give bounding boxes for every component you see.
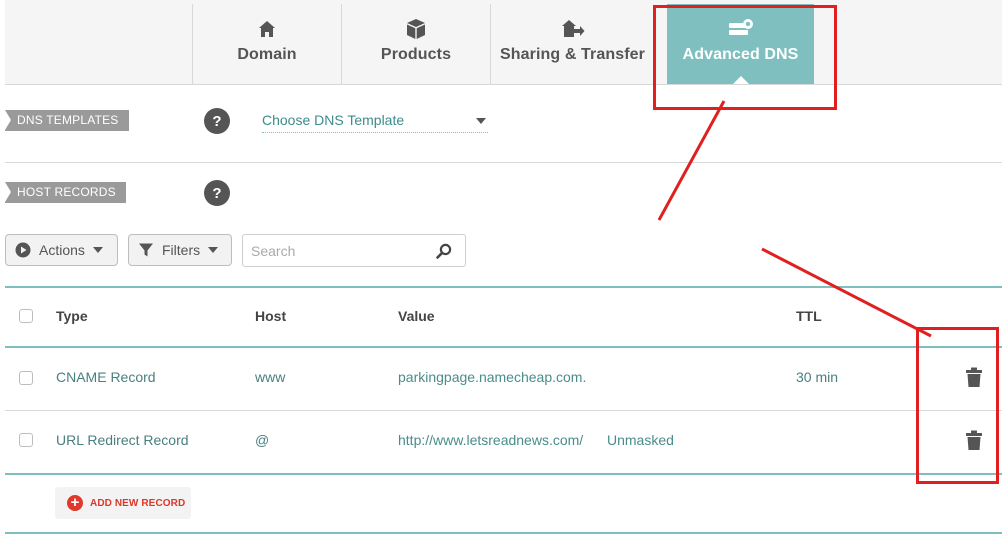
annotation-arrow-line [761, 247, 932, 338]
annotation-arrows [657, 100, 932, 338]
annotation-arrow-line [657, 100, 726, 221]
